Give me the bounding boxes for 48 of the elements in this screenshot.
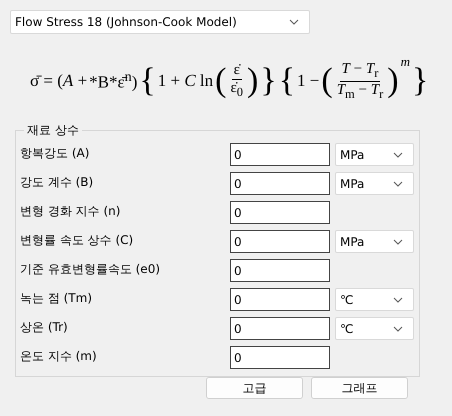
unit-dropdown[interactable]: MPa — [335, 143, 414, 166]
input-field[interactable]: 0 — [230, 172, 330, 195]
chevron-down-icon — [393, 180, 403, 186]
formula-bracket: ( — [321, 64, 333, 98]
model-dropdown[interactable]: Flow Stress 18 (Johnson-Cook Model) — [10, 10, 310, 34]
unit-dropdown[interactable]: ℃ — [335, 317, 414, 340]
formula-term: 1 − — [297, 71, 320, 91]
fraction-denominator: T$_{m}$ − T$_{r}$ — [336, 82, 384, 101]
input-field[interactable]: 0 — [230, 230, 330, 253]
field-label: 항복강도 (A) — [20, 145, 90, 162]
chevron-down-icon — [393, 296, 403, 302]
formula-bracket: ) — [247, 64, 258, 98]
fraction-denominator: ε̇$_{0}$ — [229, 80, 244, 100]
action-button[interactable]: 그래프 — [311, 377, 408, 399]
chevron-down-icon — [393, 152, 403, 158]
formula-term: σ̄ = (A + — [30, 71, 88, 91]
formula-term: 1 + C ln — [158, 71, 214, 91]
group-title: 재료 상수 — [26, 122, 80, 139]
field-label: 변형 경화 지수 (n) — [20, 203, 122, 220]
formula-bracket: ( — [215, 64, 226, 98]
field-label: 녹는 점 (Tm) — [20, 290, 94, 307]
unit-dropdown[interactable]: MPa — [335, 230, 414, 253]
input-field[interactable]: 0 — [230, 288, 330, 311]
chevron-down-icon — [393, 326, 403, 332]
input-field[interactable]: 0 — [230, 259, 330, 282]
input-field[interactable]: 0 — [230, 346, 330, 369]
field-label: 기준 유효변형률속도 (e0) — [20, 261, 162, 278]
formula-bracket: } — [412, 64, 428, 98]
formula-term: *B*ε̄$^{n}$) — [89, 69, 138, 93]
field-label: 변형률 속도 상수 (C) — [20, 232, 134, 249]
formula-bracket: { — [278, 64, 296, 98]
fraction-numerator: ε̇ — [232, 62, 242, 80]
input-field[interactable]: 0 — [230, 201, 330, 224]
formula-bracket: } — [260, 64, 277, 98]
unit-dropdown[interactable]: ℃ — [335, 288, 414, 311]
input-field[interactable]: 0 — [230, 143, 330, 166]
formula-exponent: m — [400, 54, 410, 70]
unit-dropdown[interactable]: MPa — [335, 172, 414, 195]
fraction-numerator: T − T$_{r}$ — [340, 61, 380, 82]
formula-bracket: ) — [387, 64, 399, 98]
chevron-down-icon — [289, 19, 299, 25]
field-label: 상온 (Tr) — [20, 319, 69, 336]
input-field[interactable]: 0 — [230, 317, 330, 340]
field-label: 온도 지수 (m) — [20, 348, 98, 365]
action-button[interactable]: 고급 — [206, 377, 303, 399]
chevron-down-icon — [393, 238, 403, 244]
field-label: 강도 계수 (B) — [20, 174, 94, 191]
formula-bracket: { — [139, 64, 156, 98]
